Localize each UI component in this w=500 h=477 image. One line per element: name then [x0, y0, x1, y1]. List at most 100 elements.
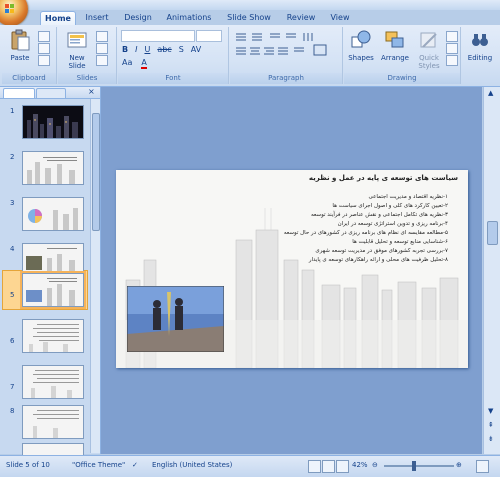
editor-vertical-scrollbar[interactable]: ▲ ▼ ⇞ ⇟: [483, 87, 500, 454]
format-row-1: B I Uabc S AV: [122, 45, 201, 54]
slides-pane-scrollbar[interactable]: [90, 99, 100, 453]
slide-thumbnail-2[interactable]: [22, 151, 84, 185]
tab-home[interactable]: Home: [40, 11, 76, 26]
slide-thumbnail-5[interactable]: [20, 271, 86, 309]
slide-thumbnail-3[interactable]: [22, 197, 84, 231]
char-spacing-icon[interactable]: AV: [191, 45, 201, 54]
change-case-icon[interactable]: Aa: [122, 58, 132, 67]
tab-animations[interactable]: Animations: [164, 11, 214, 25]
slides-pane: × 1 2 3 4 5 6 7 8: [0, 87, 101, 456]
business-people-photo-image[interactable]: [127, 286, 224, 352]
font-group: B I Uabc S AV Aa A Font: [118, 27, 229, 84]
font-color-icon[interactable]: A: [141, 58, 147, 69]
zoom-out-icon[interactable]: ⊖: [372, 461, 378, 469]
scroll-up-arrow-icon[interactable]: ▲: [488, 89, 493, 97]
theme-status: "Office Theme": [72, 461, 126, 469]
new-slide-button[interactable]: New Slide: [62, 29, 92, 70]
underline-icon[interactable]: U: [144, 45, 150, 54]
paragraph-controls-icon[interactable]: [234, 31, 334, 71]
shadow-icon[interactable]: S: [179, 45, 184, 54]
previous-slide-icon[interactable]: ⇞: [488, 421, 494, 429]
zoom-level[interactable]: 42%: [352, 461, 368, 469]
slide-title[interactable]: سیاست های توسعه ی پایه در عمل و نظریه: [309, 174, 458, 182]
office-button[interactable]: [0, 0, 28, 26]
scroll-down-arrow-icon[interactable]: ▼: [488, 407, 493, 415]
title-bar: [0, 0, 500, 10]
slide-thumbnail-7[interactable]: [22, 365, 84, 399]
shapes-icon: [351, 30, 371, 48]
paste-label: Paste: [10, 54, 30, 62]
city-night-thumb-image: [27, 114, 78, 138]
format-painter-icon[interactable]: [38, 55, 50, 66]
quick-styles-button[interactable]: Quick Styles: [414, 29, 444, 70]
layout-icon[interactable]: [96, 31, 108, 42]
tab-slides-view[interactable]: [3, 88, 35, 99]
strikethrough-icon[interactable]: abc: [157, 45, 171, 54]
fit-to-window-icon[interactable]: [476, 460, 489, 473]
quick-styles-label-2: Styles: [418, 62, 440, 70]
reset-icon[interactable]: [96, 43, 108, 54]
city-photo-thumb-image: [26, 248, 77, 276]
slide-thumbnail-8[interactable]: [22, 405, 84, 439]
arrange-label: Arrange: [381, 54, 409, 62]
cut-icon[interactable]: [38, 31, 50, 42]
shape-fill-icon[interactable]: [446, 31, 458, 42]
slide-show-view-icon[interactable]: [336, 460, 349, 473]
font-size-combo[interactable]: [196, 30, 222, 42]
current-slide[interactable]: سیاست های توسعه ی پایه در عمل و نظریه ۱-…: [116, 170, 468, 368]
tab-view[interactable]: View: [326, 11, 354, 25]
city-pie-thumb-image: [28, 208, 78, 230]
text-slide-thumb-image: [29, 324, 79, 352]
normal-view-icon[interactable]: [308, 460, 321, 473]
tab-design[interactable]: Design: [120, 11, 156, 25]
slides-group-label: Slides: [58, 73, 116, 84]
status-bar: Slide 5 of 10 "Office Theme" ✓ English (…: [0, 455, 500, 477]
zoom-slider-track[interactable]: [384, 461, 454, 471]
shape-outline-icon[interactable]: [446, 43, 458, 54]
spelling-check-icon[interactable]: ✓: [132, 461, 138, 469]
editor-scroll-thumb[interactable]: [487, 221, 498, 245]
shapes-button[interactable]: Shapes: [346, 29, 376, 62]
paste-button[interactable]: Paste: [6, 29, 34, 62]
tab-insert[interactable]: Insert: [81, 11, 113, 25]
slide-thumbnail-4[interactable]: [22, 243, 84, 277]
slide-sorter-view-icon[interactable]: [322, 460, 335, 473]
font-group-label: Font: [118, 73, 228, 84]
next-slide-icon[interactable]: ⇟: [488, 435, 494, 443]
language-status[interactable]: English (United States): [152, 461, 232, 469]
editing-button[interactable]: Editing: [464, 29, 496, 62]
binoculars-icon: [472, 34, 488, 46]
quick-styles-icon: [420, 32, 437, 48]
city-sketch-thumb-image: [27, 157, 77, 184]
slide-bullet: ۷-بررسی تجربه کشورهای موفق در مدیریت توس…: [315, 248, 448, 254]
slides-pane-scroll-thumb[interactable]: [92, 113, 100, 231]
zoom-in-icon[interactable]: ⊕: [456, 461, 462, 469]
ribbon-tabs: Home Insert Design Animations Slide Show…: [38, 10, 500, 26]
tab-slide-show[interactable]: Slide Show: [224, 11, 274, 25]
slide-bullet: ۶-شناسایی منابع توسعه و تحلیل قابلیت ها: [352, 239, 448, 245]
zoom-slider-thumb[interactable]: [412, 461, 416, 471]
slide-number: 2: [10, 153, 15, 161]
format-row-2: Aa A: [122, 58, 147, 69]
delete-slide-icon[interactable]: [96, 55, 108, 66]
slide-bullet: ۲-تعیین کارکرد های کلی و اصول اجرای سیاس…: [332, 203, 448, 209]
paragraph-group: Paragraph: [230, 27, 343, 84]
italic-icon[interactable]: I: [135, 45, 137, 54]
tab-review[interactable]: Review: [284, 11, 318, 25]
shapes-label: Shapes: [348, 54, 374, 62]
slide-editor: سیاست های توسعه ی پایه در عمل و نظریه ۱-…: [101, 87, 482, 454]
font-name-combo[interactable]: [121, 30, 195, 42]
close-pane-icon[interactable]: ×: [88, 87, 95, 96]
slide-thumbnail-6[interactable]: [22, 319, 84, 353]
arrange-button[interactable]: Arrange: [378, 29, 412, 62]
editing-group: Editing: [462, 27, 498, 84]
slide-number: 3: [10, 199, 15, 207]
copy-icon[interactable]: [38, 43, 50, 54]
slide-bullet: ۸-تحلیل ظرفیت های محلی و ارائه راهکارهای…: [308, 257, 448, 263]
ribbon: Paste Clipboard New Slide Slides B I Uabc S…: [0, 25, 500, 87]
paragraph-group-label: Paragraph: [230, 73, 342, 84]
slide-thumbnail-1[interactable]: [22, 105, 84, 139]
shape-effects-icon[interactable]: [446, 55, 458, 66]
tab-outline-view[interactable]: [36, 88, 66, 99]
bold-icon[interactable]: B: [122, 45, 128, 54]
